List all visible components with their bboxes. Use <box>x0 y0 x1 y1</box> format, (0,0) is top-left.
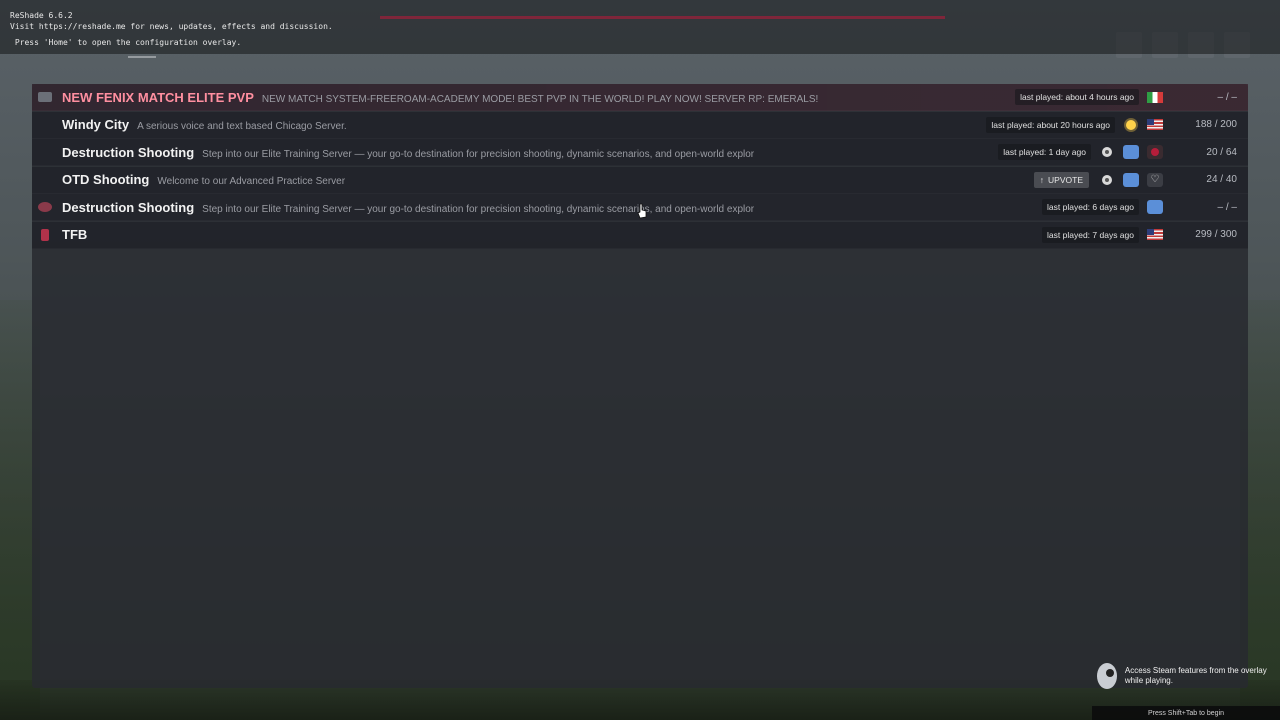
last-played-badge: last played: about 4 hours ago <box>1015 89 1139 105</box>
last-played-badge: last played: 7 days ago <box>1042 226 1139 243</box>
red-badge-icon <box>1147 145 1163 160</box>
reshade-version: ReShade 6.6.2 <box>10 11 73 20</box>
server-description: Step into our Elite Training Server — yo… <box>202 148 755 160</box>
server-logo-icon <box>36 228 54 242</box>
shield-icon <box>1147 200 1163 215</box>
active-tab-indicator <box>128 56 156 58</box>
disc-icon <box>1099 146 1115 158</box>
steam-logo-icon <box>1097 663 1117 689</box>
us-flag-icon <box>1147 119 1163 131</box>
last-played-badge: last played: 1 day ago <box>998 144 1091 161</box>
shield-icon <box>1123 172 1139 187</box>
upvote-label: UPVOTE <box>1048 174 1083 185</box>
server-row[interactable]: Windy City A serious voice and text base… <box>32 111 1248 139</box>
server-list-panel: NEW FENIX MATCH ELITE PVP NEW MATCH SYST… <box>32 84 1248 688</box>
server-logo-icon <box>36 90 54 104</box>
server-row[interactable]: Destruction Shooting Step into our Elite… <box>32 139 1248 167</box>
server-description: Step into our Elite Training Server — yo… <box>202 203 755 215</box>
server-name: Destruction Shooting <box>62 199 195 215</box>
server-row[interactable]: NEW FENIX MATCH ELITE PVP NEW MATCH SYST… <box>32 84 1248 111</box>
steam-overlay-popup: Access Steam features from the overlay w… <box>1097 656 1272 696</box>
server-name: OTD Shooting <box>62 172 150 188</box>
server-description: Welcome to our Advanced Practice Server <box>157 176 346 188</box>
server-row[interactable]: OTD Shooting Welcome to our Advanced Pra… <box>32 166 1248 194</box>
server-name: Windy City <box>62 117 130 133</box>
server-name: NEW FENIX MATCH ELITE PVP <box>62 89 254 105</box>
server-logo-icon <box>36 200 54 214</box>
last-played-badge: last played: 6 days ago <box>1042 199 1139 216</box>
arrow-up-icon: ↑ <box>1039 174 1045 185</box>
server-name: Destruction Shooting <box>62 144 195 160</box>
player-count: 20 / 64 <box>1206 146 1237 158</box>
hand-cursor-icon <box>637 203 647 219</box>
server-row[interactable]: TFB last played: 7 days ago 299 / 300 <box>32 221 1248 249</box>
italy-flag-icon <box>1147 91 1163 103</box>
reshade-overlay: ReShade 6.6.2 Visit https://reshade.me f… <box>0 0 1280 54</box>
steam-popup-text: Access Steam features from the overlay w… <box>1124 666 1267 685</box>
player-count: 188 / 200 <box>1195 119 1237 131</box>
us-flag-icon <box>1147 229 1163 241</box>
player-count: – / – <box>1217 201 1237 213</box>
player-count: 24 / 40 <box>1206 174 1237 186</box>
upvote-button[interactable]: ↑ UPVOTE <box>1033 171 1089 188</box>
server-name: TFB <box>62 227 88 243</box>
server-description: NEW MATCH SYSTEM-FREEROAM-ACADEMY MODE! … <box>261 93 819 105</box>
reshade-progress-bar <box>380 16 945 19</box>
player-count: – / – <box>1217 91 1237 103</box>
player-count: 299 / 300 <box>1195 229 1237 241</box>
favorite-heart-icon[interactable]: ♡ <box>1147 172 1163 187</box>
reshade-hint-text: Press 'Home' to open the configuration o… <box>10 38 242 47</box>
shield-icon <box>1123 145 1139 160</box>
sun-icon <box>1123 119 1139 131</box>
steam-hint-bar: Press Shift+Tab to begin <box>1092 706 1280 720</box>
disc-icon <box>1099 174 1115 186</box>
server-description: A serious voice and text based Chicago S… <box>137 121 347 133</box>
last-played-badge: last played: about 20 hours ago <box>986 116 1115 133</box>
reshade-visit-text: Visit https://reshade.me for news, updat… <box>10 22 333 31</box>
